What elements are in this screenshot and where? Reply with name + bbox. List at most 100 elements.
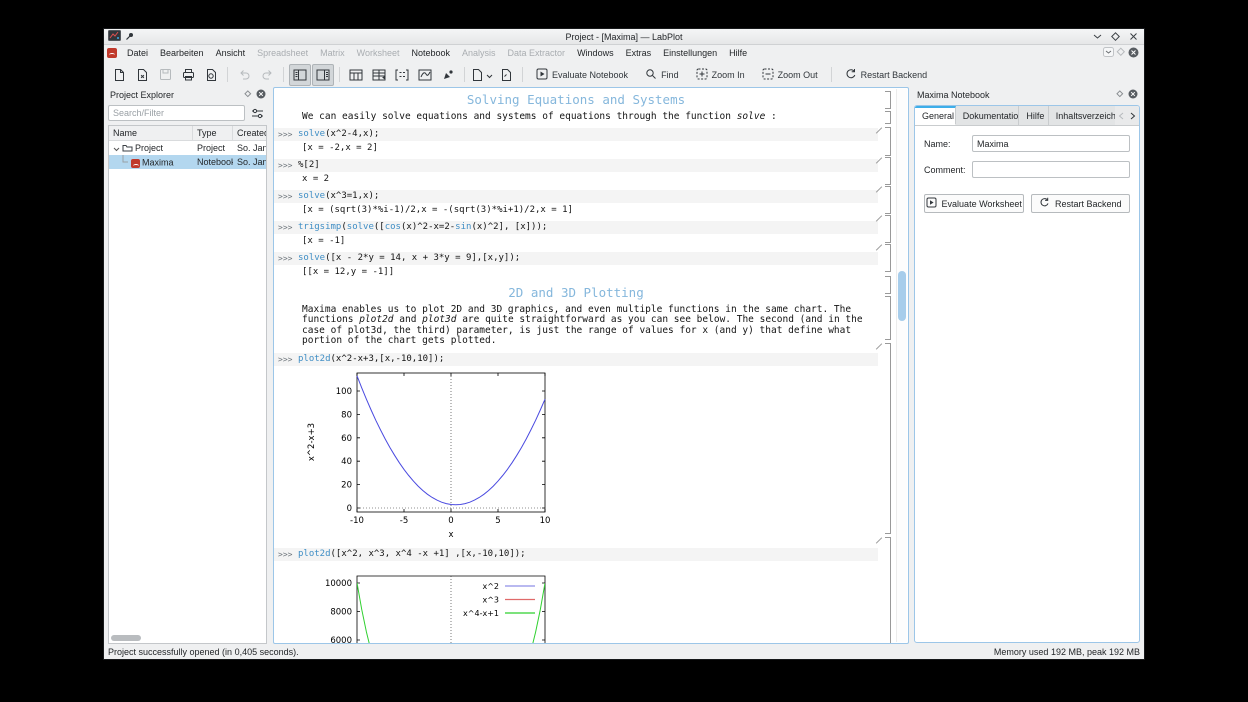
code-cell-input[interactable]: >>> plot2d([x^2, x^3, x^4 -x +1] ,[x,-10,… xyxy=(274,547,878,561)
mdi-minimize-button[interactable] xyxy=(1103,47,1114,59)
titlebar[interactable]: Project - [Maxima] — LabPlot xyxy=(104,29,1144,45)
print-preview-button[interactable] xyxy=(200,64,222,86)
evaluate-worksheet-button[interactable]: Evaluate Worksheet xyxy=(924,194,1024,213)
chevron-down-icon xyxy=(486,66,493,84)
window-title: Project - [Maxima] — LabPlot xyxy=(565,31,683,42)
cell-bracket[interactable] xyxy=(885,296,891,340)
cell-bracket[interactable] xyxy=(885,276,891,294)
tree-row-project[interactable]: Project Project So. Jan. 2 18: xyxy=(109,141,266,155)
zoom-in-button[interactable]: Zoom In xyxy=(688,64,753,86)
toolbar-separator xyxy=(522,67,523,82)
code-cell-output: [x = -2,x = 2] xyxy=(302,142,378,153)
tree-row-maxima[interactable]: Maxima Notebook So. Jan. 2 18: xyxy=(109,155,266,169)
toggle-properties-explorer-button[interactable] xyxy=(312,63,334,86)
column-header-type[interactable]: Type xyxy=(193,126,233,141)
column-header-name[interactable]: Name xyxy=(109,126,193,141)
new-script-button[interactable] xyxy=(495,64,517,86)
cell-bracket[interactable] xyxy=(875,244,891,272)
new-datapicker-button[interactable] xyxy=(437,64,459,86)
print-button[interactable] xyxy=(177,64,199,86)
new-workbook-button[interactable] xyxy=(345,64,367,86)
plot-output-1[interactable]: 0 20 40 60 80 100 -10 -5 0 5 10 x^2-x+3 x xyxy=(302,371,878,544)
menu-windows[interactable]: Windows xyxy=(571,47,620,59)
tab-hilfe[interactable]: Hilfe xyxy=(1019,106,1049,125)
new-matrix-button[interactable] xyxy=(391,64,413,86)
minimize-button[interactable] xyxy=(1093,28,1102,46)
filter-options-button[interactable] xyxy=(248,105,267,121)
svg-text:6000: 6000 xyxy=(330,636,352,644)
expander-chevron-icon[interactable] xyxy=(113,142,120,155)
cell-bracket[interactable] xyxy=(885,91,891,109)
restart-backend-panel-button[interactable]: Restart Backend xyxy=(1030,194,1130,213)
menu-extras[interactable]: Extras xyxy=(620,47,658,59)
tab-general[interactable]: General xyxy=(915,106,956,125)
folder-icon xyxy=(122,142,133,155)
menu-notebook[interactable]: Notebook xyxy=(405,47,456,59)
code-cell-input[interactable]: >>> plot2d(x^2-x+3,[x,-10,10]); xyxy=(274,352,878,366)
refresh-icon xyxy=(1039,197,1050,210)
menu-einstellungen[interactable]: Einstellungen xyxy=(657,47,723,59)
cell-prompt: >>> xyxy=(278,222,293,232)
maximize-button[interactable] xyxy=(1111,28,1120,46)
cell-bracket[interactable] xyxy=(875,157,891,185)
new-notebook-button[interactable] xyxy=(470,64,494,86)
code-cell-input[interactable]: >>> solve(x^3=1,x); xyxy=(274,189,878,203)
notebook-heading: Solving Equations and Systems xyxy=(466,92,686,107)
restart-backend-button[interactable]: Restart Backend xyxy=(837,64,936,86)
cell-bracket[interactable] xyxy=(875,215,891,243)
close-button[interactable] xyxy=(1129,28,1138,46)
menu-datei[interactable]: Datei xyxy=(121,47,154,59)
cell-bracket[interactable] xyxy=(875,127,891,156)
cell-bracket[interactable] xyxy=(885,111,891,124)
play-icon xyxy=(926,197,937,210)
search-input[interactable] xyxy=(108,105,245,121)
menu-hilfe[interactable]: Hilfe xyxy=(723,47,753,59)
new-spreadsheet-button[interactable] xyxy=(368,64,390,86)
zoom-out-button[interactable]: Zoom Out xyxy=(754,64,826,86)
code-cell-output: [x = (sqrt(3)*%i-1)/2,x = -(sqrt(3)*%i+1… xyxy=(302,204,573,215)
code-cell-input[interactable]: >>> trigsimp(solve([cos(x)^2-x=2-sin(x)^2… xyxy=(274,220,878,234)
code-cell-input[interactable]: >>> solve([x - 2*y = 14, x + 3*y = 9],[x,… xyxy=(274,251,878,265)
tab-dokumentation[interactable]: Dokumentation xyxy=(955,106,1020,125)
svg-text:x: x xyxy=(448,530,453,540)
properties-tabs: General Dokumentation Hilfe Inhaltsverze… xyxy=(915,106,1139,126)
tab-scroll-right-icon[interactable] xyxy=(1127,106,1139,126)
close-dock-icon[interactable] xyxy=(256,89,266,101)
menu-worksheet: Worksheet xyxy=(356,48,400,58)
name-field[interactable] xyxy=(972,135,1130,152)
menu-bearbeiten[interactable]: Bearbeiten xyxy=(154,47,210,59)
new-worksheet-button[interactable] xyxy=(414,64,436,86)
svg-text:0: 0 xyxy=(347,504,352,514)
cell-prompt: >>> xyxy=(278,253,293,263)
vertical-scrollbar-thumb[interactable] xyxy=(898,271,906,322)
notebook-paragraph: Maxima enables us to plot 2D and 3D grap… xyxy=(302,303,863,346)
svg-text:-10: -10 xyxy=(350,516,364,526)
cell-bracket[interactable] xyxy=(875,343,891,534)
code-cell-input[interactable]: >>> solve(x^2-4,x); xyxy=(274,127,878,141)
mdi-close-button[interactable] xyxy=(1128,47,1139,60)
comment-field[interactable] xyxy=(972,161,1130,178)
cell-bracket[interactable] xyxy=(875,186,891,214)
float-dock-icon[interactable] xyxy=(1116,90,1124,100)
menu-ansicht[interactable]: Ansicht xyxy=(210,47,252,59)
close-dock-icon[interactable] xyxy=(1128,89,1138,101)
vertical-scrollbar[interactable] xyxy=(896,89,907,642)
evaluate-notebook-button[interactable]: Evaluate Notebook xyxy=(528,64,636,86)
project-tree: Name Type Created Project Project So. Ja… xyxy=(108,125,267,644)
code-cell-input[interactable]: >>> %[2] xyxy=(274,158,878,172)
float-dock-icon[interactable] xyxy=(244,90,252,100)
column-header-created[interactable]: Created xyxy=(233,126,266,141)
properties-header[interactable]: Maxima Notebook xyxy=(912,87,1142,103)
pin-icon[interactable] xyxy=(125,28,134,46)
project-explorer-dock: Project Explorer Name Type Created Proje… xyxy=(105,87,270,644)
new-project-button[interactable] xyxy=(108,64,130,86)
open-project-button[interactable] xyxy=(131,64,153,86)
tab-inhaltsverzeichnis[interactable]: Inhaltsverzeichn xyxy=(1048,106,1116,125)
find-button[interactable]: Find xyxy=(637,64,687,86)
horizontal-scrollbar-thumb[interactable] xyxy=(111,635,141,641)
toggle-project-explorer-button[interactable] xyxy=(289,63,311,86)
toolbar-separator xyxy=(339,67,340,82)
cell-bracket[interactable] xyxy=(875,537,891,643)
plot-output-2[interactable]: 10000 8000 6000 x^2 x^3 x^4-x+1 xyxy=(302,566,878,644)
project-explorer-header[interactable]: Project Explorer xyxy=(105,87,270,103)
